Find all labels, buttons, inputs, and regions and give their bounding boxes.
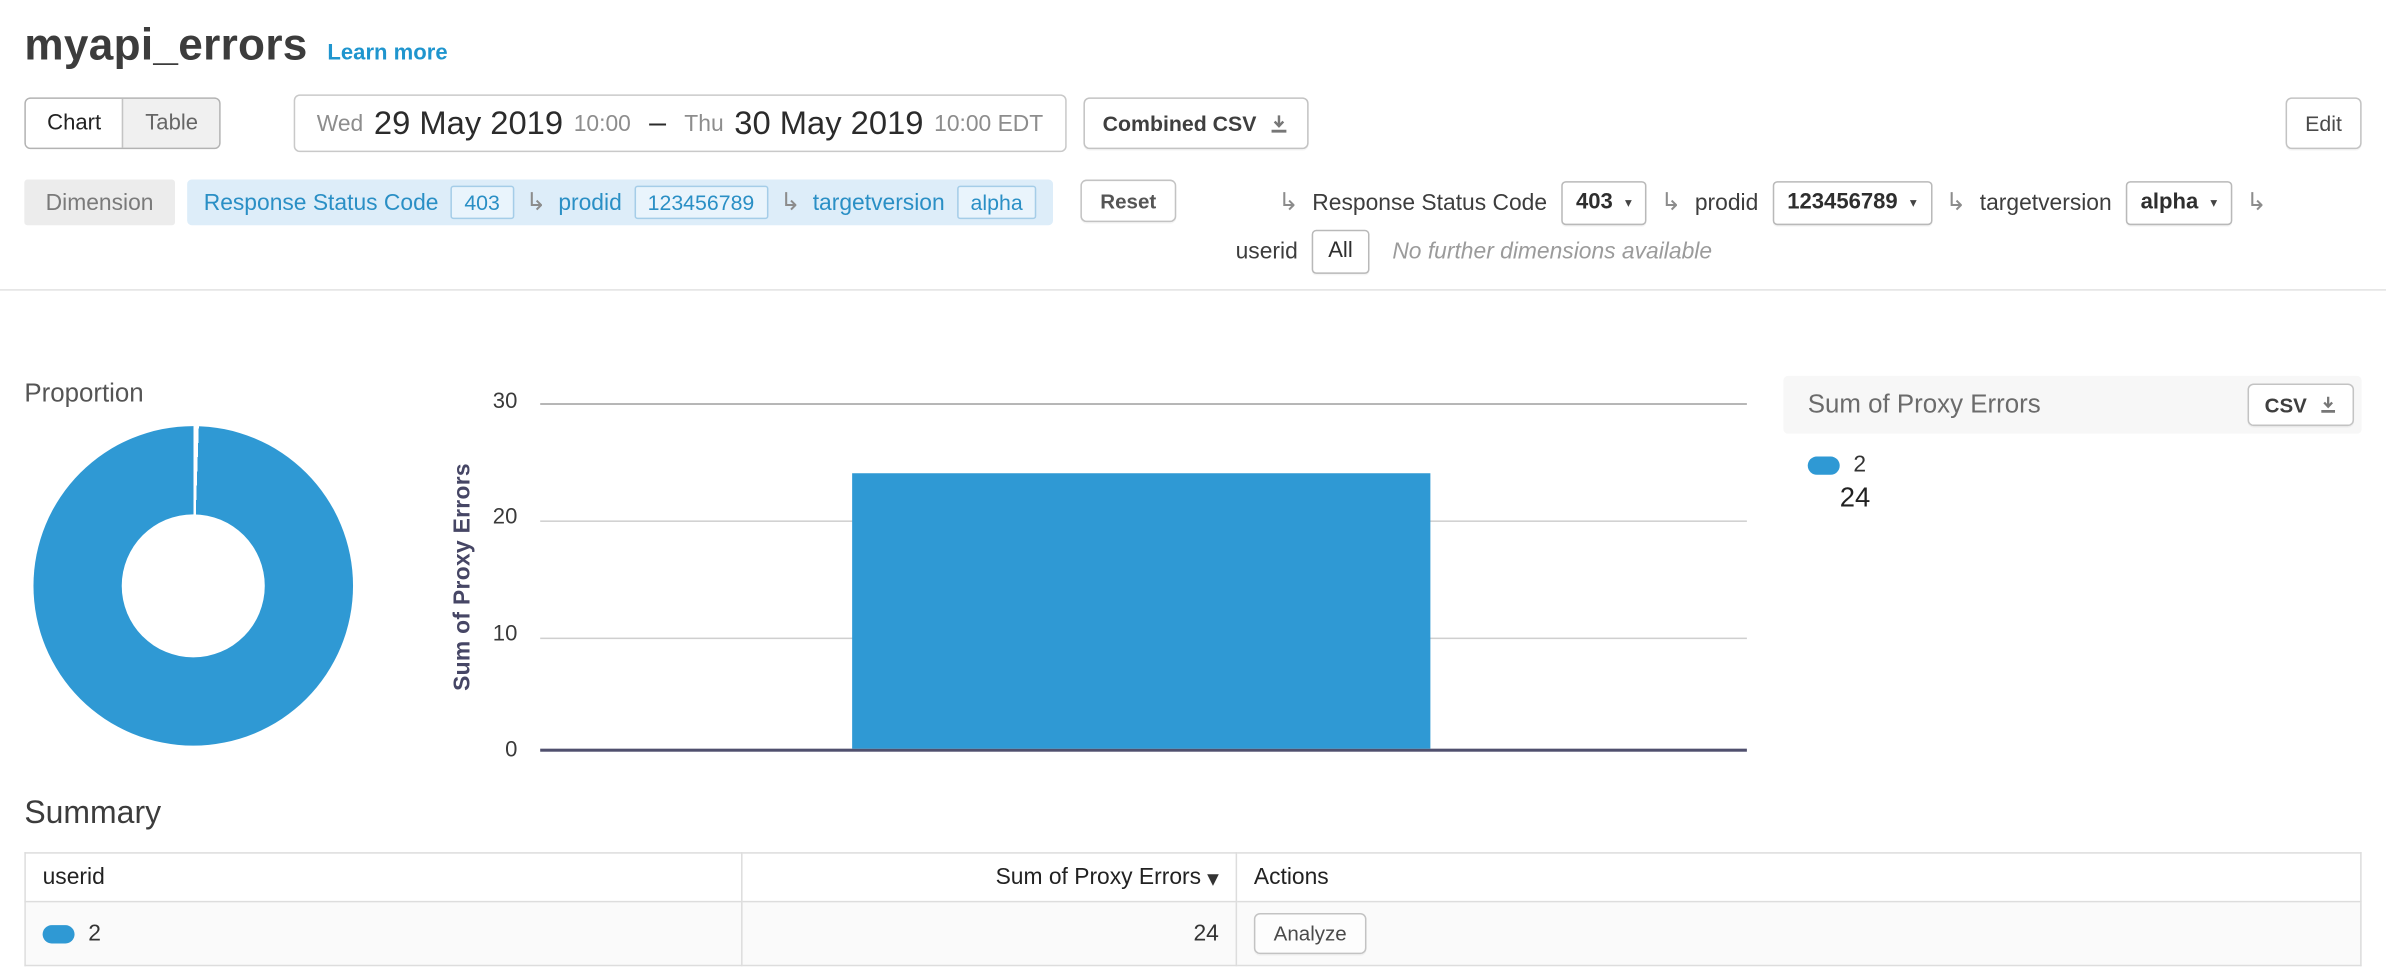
date-range-picker[interactable]: Wed 29 May 2019 10:00 – Thu 30 May 2019 … bbox=[294, 94, 1066, 152]
learn-more-link[interactable]: Learn more bbox=[327, 41, 447, 65]
drilldown-dim-name: prodid bbox=[1695, 189, 1758, 215]
drilldown-arrow-icon: ↳ bbox=[780, 190, 800, 214]
drilldown-row: ↳ Response Status Code 403 ▾ ↳ prodid 12… bbox=[1278, 180, 2266, 226]
breadcrumb-item: Response Status Code 403 bbox=[204, 186, 514, 219]
start-date: 29 May 2019 bbox=[374, 104, 563, 142]
caret-down-icon: ▾ bbox=[2210, 194, 2217, 211]
view-toggle: Chart Table bbox=[24, 97, 221, 149]
userid-cell: 2 bbox=[25, 902, 742, 966]
y-tick-label: 10 bbox=[450, 622, 517, 646]
userid-dim-name: userid bbox=[1236, 238, 1298, 264]
summary-section: Summary userid Sum of Proxy Errors▼ Acti… bbox=[0, 796, 2386, 966]
column-header-sum[interactable]: Sum of Proxy Errors▼ bbox=[742, 853, 1237, 902]
breadcrumb-dim-name: prodid bbox=[558, 189, 621, 215]
column-header-userid: userid bbox=[25, 853, 742, 902]
y-tick-label: 0 bbox=[450, 738, 517, 762]
table-row: 2 24 Analyze bbox=[25, 902, 2361, 966]
no-more-dimensions-text: No further dimensions available bbox=[1392, 238, 1712, 264]
dimension-label: Dimension bbox=[24, 180, 174, 226]
caret-down-icon: ▾ bbox=[1625, 194, 1632, 211]
sum-cell: 24 bbox=[742, 902, 1237, 966]
edit-button[interactable]: Edit bbox=[2285, 97, 2361, 149]
start-time: 10:00 bbox=[574, 110, 631, 136]
legend-item[interactable]: 2 bbox=[1808, 452, 2362, 478]
legend-swatch-icon bbox=[1808, 456, 1840, 474]
breadcrumb-item: prodid 123456789 bbox=[558, 186, 768, 219]
breadcrumb-item: targetversion alpha bbox=[813, 186, 1037, 219]
y-axis-label: Sum of Proxy Errors bbox=[447, 403, 477, 751]
targetversion-select[interactable]: alpha ▾ bbox=[2125, 180, 2232, 224]
chart-view-button[interactable]: Chart bbox=[26, 99, 123, 148]
toolbar: Chart Table Wed 29 May 2019 10:00 – Thu … bbox=[0, 94, 2386, 152]
download-icon bbox=[1269, 113, 1289, 133]
start-day: Wed bbox=[317, 110, 364, 136]
column-header-actions: Actions bbox=[1236, 853, 2361, 902]
breadcrumb-dim-name: Response Status Code bbox=[204, 189, 439, 215]
page: myapi_errors Learn more Chart Table Wed … bbox=[0, 0, 2386, 968]
dimension-breadcrumb: Response Status Code 403 ↳ prodid 123456… bbox=[187, 180, 1053, 226]
csv-button[interactable]: CSV bbox=[2248, 383, 2354, 426]
bar[interactable] bbox=[852, 474, 1430, 749]
actions-cell: Analyze bbox=[1236, 902, 2361, 966]
dimension-row: Dimension Response Status Code 403 ↳ pro… bbox=[0, 180, 2386, 274]
analyze-button[interactable]: Analyze bbox=[1254, 913, 1367, 954]
page-header: myapi_errors Learn more bbox=[0, 0, 2386, 73]
divider bbox=[0, 289, 2386, 291]
legend-panel: Sum of Proxy Errors CSV 2 24 bbox=[1783, 376, 2361, 514]
reset-label: Reset bbox=[1100, 189, 1156, 212]
breadcrumb-dim-value[interactable]: 123456789 bbox=[634, 186, 768, 219]
page-title: myapi_errors bbox=[24, 20, 307, 73]
breadcrumb-dim-value[interactable]: 403 bbox=[451, 186, 514, 219]
legend-title: Sum of Proxy Errors bbox=[1808, 390, 2041, 420]
userid-cell-value: 2 bbox=[88, 921, 101, 947]
combined-csv-label: Combined CSV bbox=[1103, 111, 1257, 135]
targetversion-value: alpha bbox=[2141, 190, 2199, 214]
drilldown-dim-name: targetversion bbox=[1980, 189, 2112, 215]
legend-item-value: 24 bbox=[1840, 482, 2362, 514]
breadcrumb-dim-name: targetversion bbox=[813, 189, 945, 215]
combined-csv-button[interactable]: Combined CSV bbox=[1083, 97, 1308, 149]
breadcrumb-dim-value[interactable]: alpha bbox=[957, 186, 1037, 219]
download-icon bbox=[2319, 396, 2337, 414]
drilldown-controls: ↳ Response Status Code 403 ▾ ↳ prodid 12… bbox=[1278, 180, 2361, 274]
drilldown-arrow-icon: ↳ bbox=[1278, 190, 1298, 214]
y-tick-label: 30 bbox=[450, 390, 517, 414]
drilldown-arrow-icon: ↳ bbox=[1946, 190, 1966, 214]
summary-header-row: userid Sum of Proxy Errors▼ Actions bbox=[25, 853, 2361, 902]
analyze-label: Analyze bbox=[1274, 922, 1347, 945]
date-range-separator: – bbox=[649, 106, 666, 141]
userid-value: All bbox=[1328, 239, 1353, 263]
end-time: 10:00 EDT bbox=[934, 110, 1043, 136]
donut-chart[interactable] bbox=[33, 426, 353, 746]
prodid-value: 123456789 bbox=[1787, 190, 1897, 214]
csv-label: CSV bbox=[2265, 393, 2307, 416]
proportion-title: Proportion bbox=[24, 379, 143, 409]
prodid-select[interactable]: 123456789 ▾ bbox=[1772, 180, 1932, 224]
drilldown-dim-name: Response Status Code bbox=[1312, 189, 1547, 215]
userid-select[interactable]: All bbox=[1311, 229, 1369, 273]
drilldown-row: userid All No further dimensions availab… bbox=[1236, 228, 1712, 274]
end-day: Thu bbox=[684, 110, 723, 136]
series-swatch-icon bbox=[43, 925, 75, 943]
charts-area: Proportion Sum of Proxy Errors 30 20 10 … bbox=[0, 303, 2386, 796]
summary-title: Summary bbox=[24, 796, 2361, 833]
caret-down-icon: ▾ bbox=[1910, 194, 1917, 211]
legend-header: Sum of Proxy Errors CSV bbox=[1783, 376, 2361, 434]
response-status-code-value: 403 bbox=[1576, 190, 1613, 214]
end-date: 30 May 2019 bbox=[734, 104, 923, 142]
donut-hole bbox=[122, 514, 265, 657]
bar-chart-plot bbox=[540, 403, 1747, 751]
drilldown-arrow-icon: ↳ bbox=[2246, 190, 2266, 214]
y-tick-label: 20 bbox=[450, 505, 517, 529]
legend-item-label: 2 bbox=[1853, 452, 1866, 478]
reset-button[interactable]: Reset bbox=[1081, 180, 1177, 223]
sort-desc-icon: ▼ bbox=[1207, 872, 1219, 889]
proportion-chart bbox=[24, 414, 426, 759]
drilldown-arrow-icon: ↳ bbox=[526, 190, 546, 214]
drilldown-arrow-icon: ↳ bbox=[1661, 190, 1681, 214]
response-status-code-select[interactable]: 403 ▾ bbox=[1561, 180, 1647, 224]
edit-label: Edit bbox=[2305, 111, 2342, 135]
summary-table: userid Sum of Proxy Errors▼ Actions 2 24… bbox=[24, 852, 2361, 966]
table-view-button[interactable]: Table bbox=[122, 99, 219, 148]
